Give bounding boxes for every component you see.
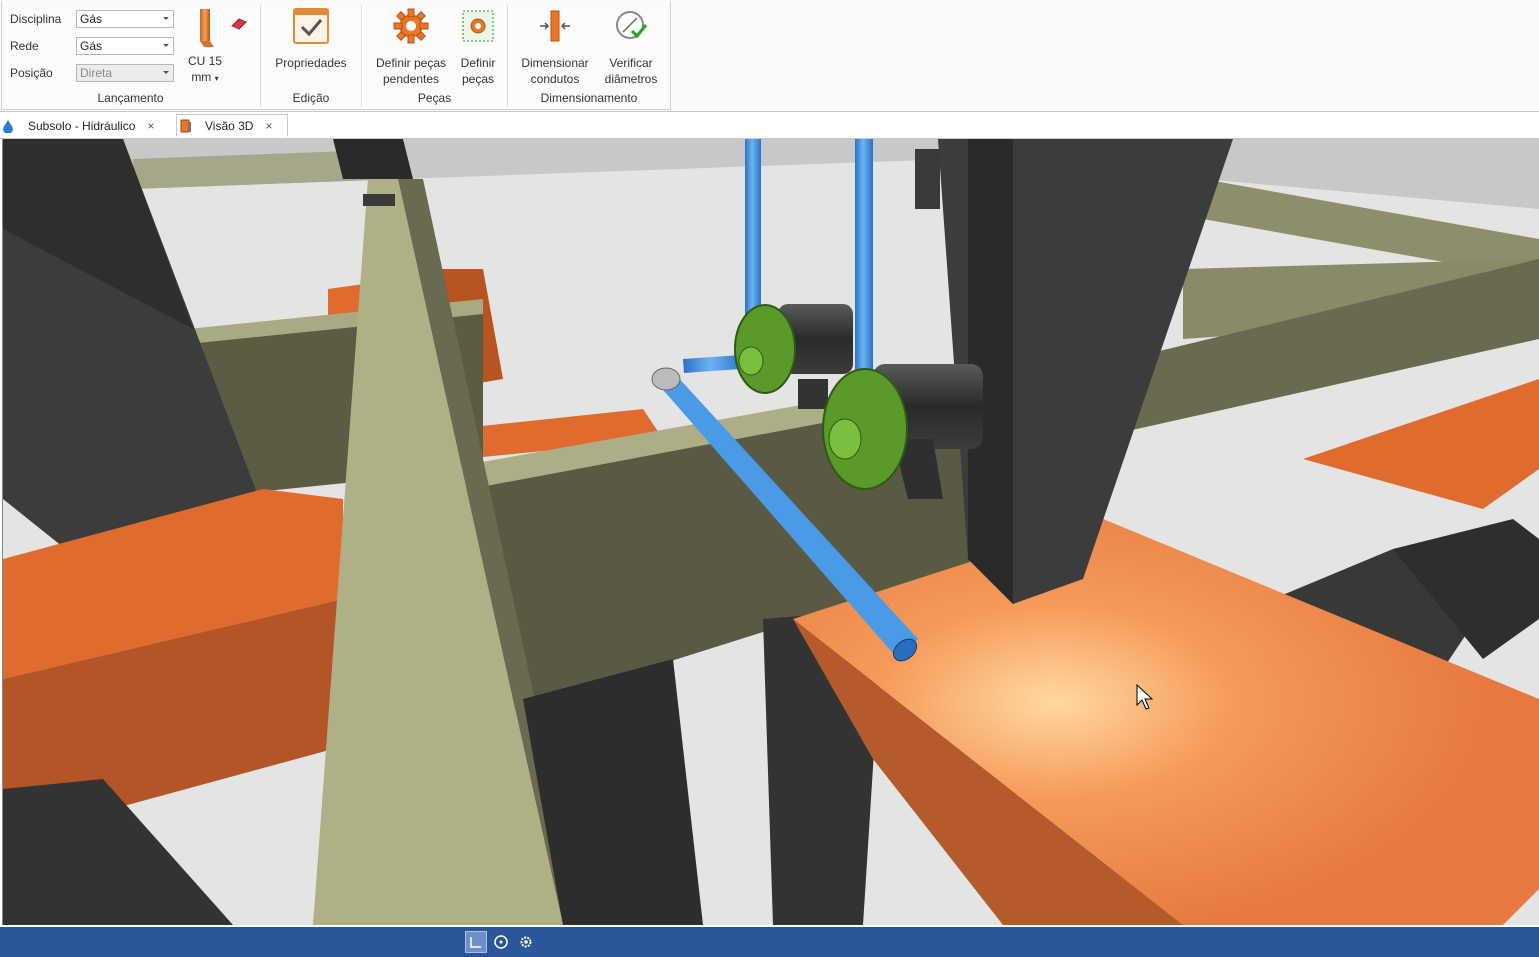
- 3d-viewport[interactable]: [2, 139, 1539, 925]
- verificar-line2: diâmetros: [604, 72, 658, 86]
- propriedades-button[interactable]: Propriedades: [265, 7, 357, 71]
- pump-inlet: [738, 346, 764, 376]
- rede-label: Rede: [10, 39, 39, 53]
- disciplina-value: Gás: [80, 12, 103, 26]
- status-bar: [0, 927, 1539, 957]
- ortho-icon[interactable]: [465, 931, 487, 953]
- disciplina-select[interactable]: Gás: [76, 10, 174, 28]
- dimensionar-line2: condutos: [530, 72, 580, 86]
- definir-line2: peças: [461, 72, 495, 86]
- material-line2: mm ▾: [191, 70, 219, 84]
- snap-glyph: [494, 935, 508, 949]
- chevron-down-icon: [163, 17, 169, 20]
- settings-icon[interactable]: [515, 931, 537, 953]
- ortho-glyph: [470, 937, 481, 948]
- 3d-scene: [3, 139, 1539, 925]
- dimensionar-line1: Dimensionar: [521, 56, 589, 70]
- group-label-edicao: Edição: [292, 91, 330, 105]
- dimension-pipe-icon: [540, 10, 570, 42]
- definir-pendentes-line2: pendentes: [382, 72, 440, 86]
- posicao-row: Posição Direta: [10, 63, 174, 83]
- material-line1: CU 15: [187, 54, 222, 68]
- verificar-diametros-button[interactable]: Verificar diâmetros: [598, 7, 664, 87]
- eraser-button[interactable]: [229, 17, 249, 35]
- 3d-view-icon: [180, 119, 191, 132]
- pipe-elbow: [651, 367, 681, 391]
- document-tabs: Subsolo - Hidráulico × Visão 3D ×: [0, 112, 1539, 139]
- verificar-line1: Verificar: [609, 56, 653, 70]
- group-label-dimensionamento: Dimensionamento: [540, 91, 638, 105]
- group-edicao: Propriedades Edição: [261, 1, 361, 109]
- check-diameter-icon: [616, 11, 648, 39]
- pump-base: [798, 379, 828, 409]
- pipe-end-marker: [363, 194, 395, 206]
- rede-select[interactable]: Gás: [76, 37, 174, 55]
- group-lancamento: Disciplina Gás Rede Gás Posição Direta C…: [2, 1, 259, 109]
- snap-icon[interactable]: [490, 931, 512, 953]
- pipe-icon: [200, 9, 214, 47]
- column-dark: [915, 149, 940, 209]
- close-icon[interactable]: ×: [147, 119, 154, 133]
- definir-pendentes-line1: Definir peças: [375, 56, 447, 70]
- group-dimensionamento: Dimensionar condutos Verificar diâmetros…: [508, 1, 670, 109]
- rede-value: Gás: [80, 39, 103, 53]
- gear-icon: [393, 8, 429, 44]
- tab-label: Subsolo - Hidráulico: [28, 118, 136, 133]
- pipe-vertical: [745, 139, 761, 314]
- ribbon-panel: Disciplina Gás Rede Gás Posição Direta C…: [1, 1, 671, 110]
- gear-select-icon: [462, 10, 494, 42]
- pipe-vertical: [855, 139, 873, 379]
- close-icon[interactable]: ×: [265, 119, 272, 133]
- disciplina-label: Disciplina: [10, 12, 62, 26]
- chevron-down-icon: [163, 44, 169, 47]
- water-drop-icon: [3, 119, 13, 133]
- ribbon: Disciplina Gás Rede Gás Posição Direta C…: [0, 0, 1539, 112]
- posicao-label: Posição: [10, 66, 53, 80]
- posicao-select: Direta: [76, 64, 174, 82]
- group-label-lancamento: Lançamento: [97, 91, 164, 105]
- rede-row: Rede Gás: [10, 36, 174, 56]
- chevron-down-icon: [163, 71, 169, 74]
- group-label-pecas: Peças: [417, 91, 452, 105]
- gear-glyph: [520, 936, 532, 948]
- propriedades-label: Propriedades: [275, 56, 347, 70]
- posicao-value: Direta: [80, 66, 113, 80]
- definir-pecas-button[interactable]: Definir peças: [456, 7, 500, 87]
- disciplina-row: Disciplina Gás: [10, 9, 174, 29]
- group-pecas: Definir peças pendentes Definir peças Pe…: [362, 1, 507, 109]
- tab-visao-3d[interactable]: Visão 3D ×: [176, 114, 288, 137]
- column-dark: [333, 139, 413, 179]
- tab-label: Visão 3D: [205, 118, 254, 133]
- properties-icon: [293, 8, 329, 44]
- pump-inlet: [828, 418, 862, 460]
- material-button[interactable]: CU 15 mm ▾: [183, 7, 227, 87]
- definir-line1: Definir: [460, 56, 496, 70]
- dimensionar-condutos-button[interactable]: Dimensionar condutos: [514, 7, 596, 87]
- definir-pecas-pendentes-button[interactable]: Definir peças pendentes: [368, 7, 454, 87]
- tab-subsolo-hidraulico[interactable]: Subsolo - Hidráulico ×: [2, 114, 176, 137]
- eraser-icon: [231, 18, 247, 30]
